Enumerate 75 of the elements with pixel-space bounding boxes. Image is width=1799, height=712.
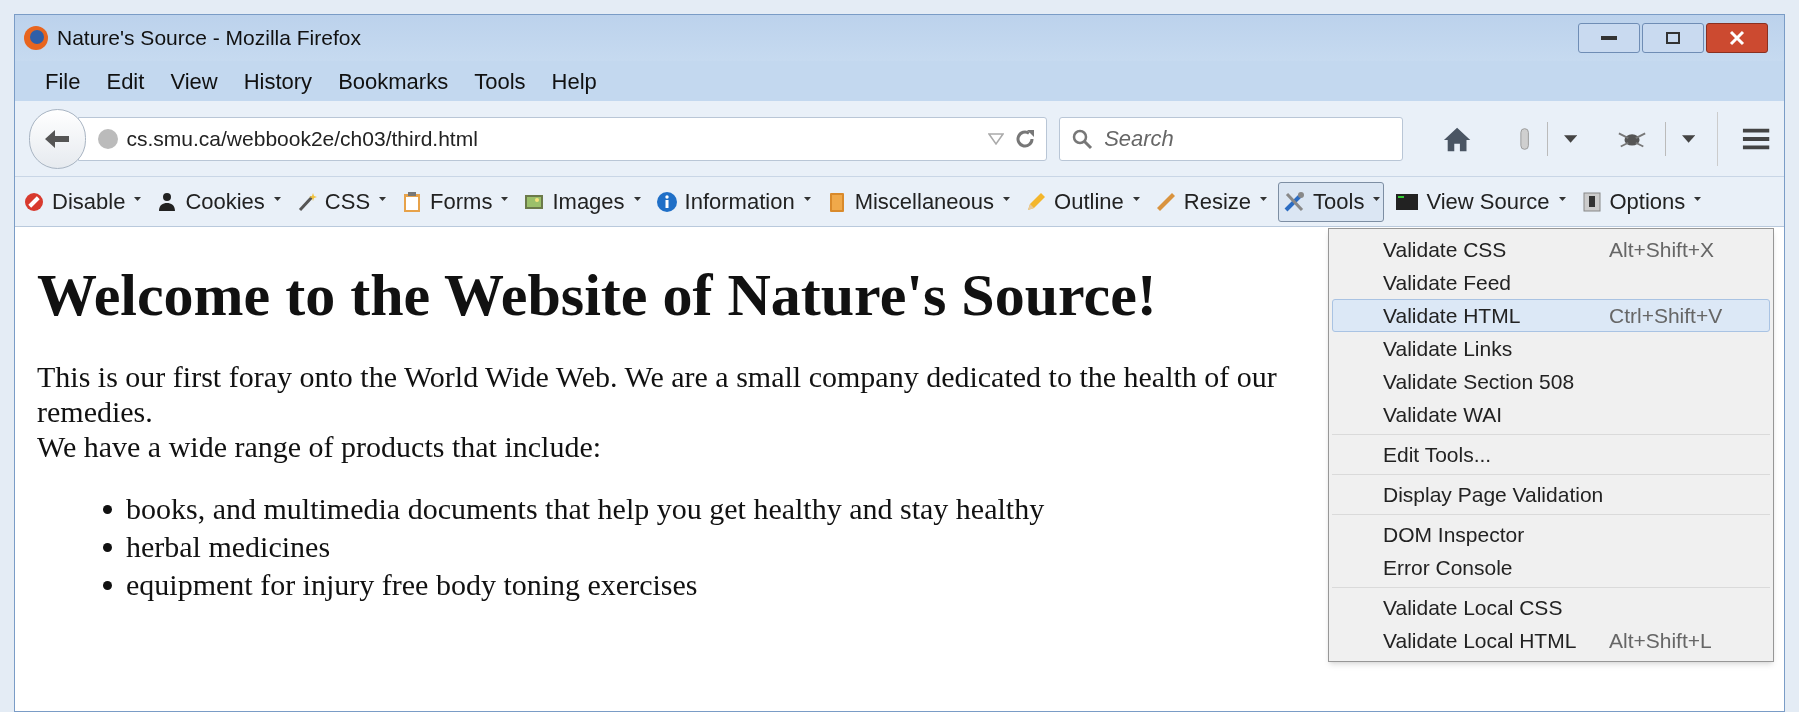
menu-item[interactable]: Bookmarks: [338, 64, 449, 98]
back-button[interactable]: [29, 108, 86, 169]
window-title: Nature's Source - Mozilla Firefox: [57, 25, 361, 52]
minimize-button[interactable]: [1578, 23, 1640, 53]
menu-item[interactable]: History: [243, 64, 313, 98]
menu-item[interactable]: Edit Tools...: [1332, 438, 1770, 471]
url-text: cs.smu.ca/webbook2e/ch03/third.html: [126, 125, 478, 152]
toolbar-button[interactable]: Resize: [1150, 181, 1272, 222]
caret-icon: [1260, 196, 1268, 201]
menu-item[interactable]: Help: [551, 64, 597, 98]
paragraph: remedies.: [37, 394, 153, 429]
caret-icon: [273, 196, 281, 201]
toolbar-button[interactable]: Information: [651, 181, 815, 222]
maximize-button[interactable]: [1642, 23, 1704, 53]
toolbar-button[interactable]: View Source: [1391, 181, 1570, 222]
toolbar-button[interactable]: Options: [1576, 181, 1706, 222]
toolbar-button[interactable]: Forms: [397, 181, 513, 222]
menu-item[interactable]: File: [45, 64, 81, 98]
caret-down-icon[interactable]: [1681, 134, 1695, 143]
search-field[interactable]: Search: [1059, 116, 1404, 161]
caret-icon: [633, 196, 641, 201]
bullet-icon: [103, 580, 112, 590]
menu-item[interactable]: Display Page Validation: [1332, 478, 1770, 511]
menu-item[interactable]: Validate WAI: [1332, 398, 1770, 431]
menu-item[interactable]: Validate HTML Ctrl+Shift+V: [1332, 299, 1770, 332]
tools-icon: [1282, 189, 1307, 214]
paragraph: This is our first foray onto the World Wide Web. We are a small company dedicated to the health of our: [37, 359, 1277, 394]
menu-item[interactable]: Validate Links: [1332, 332, 1770, 365]
list-item: herbal medicines: [126, 529, 331, 565]
menu-item[interactable]: DOM Inspector: [1332, 518, 1770, 551]
toolbar-button[interactable]: Miscellaneous: [821, 181, 1015, 222]
switch-icon: [1580, 190, 1603, 213]
caret-icon: [1373, 196, 1381, 201]
paragraph: We have a wide range of products that include:: [37, 429, 602, 464]
toolbar-button[interactable]: CSS: [291, 181, 391, 222]
toolbar-button[interactable]: Cookies: [152, 181, 285, 222]
caret-down-icon[interactable]: [1563, 134, 1577, 143]
menu-item[interactable]: Error Console: [1332, 551, 1770, 584]
bullet-icon: [103, 504, 112, 514]
menu-item[interactable]: Validate Section 508: [1332, 365, 1770, 398]
caret-icon: [1003, 196, 1011, 201]
menu-item[interactable]: Validate Local HTML Alt+Shift+L: [1332, 624, 1770, 657]
caret-icon: [1558, 196, 1566, 201]
pencil-icon: [1025, 190, 1048, 213]
menu-item[interactable]: Validate Feed: [1332, 266, 1770, 299]
globe-icon: [96, 127, 119, 150]
toolbar-button[interactable]: Images: [519, 181, 645, 222]
bullet-icon: [103, 542, 112, 552]
caret-icon: [1694, 196, 1702, 201]
close-button[interactable]: [1706, 23, 1768, 53]
menu-item[interactable]: Edit: [106, 64, 145, 98]
menu-item[interactable]: Validate Local CSS: [1332, 591, 1770, 624]
menu-icon[interactable]: [1741, 126, 1770, 151]
firefox-logo-icon: [23, 25, 49, 51]
menu-item[interactable]: View: [170, 64, 218, 98]
address-bar[interactable]: cs.smu.ca/webbook2e/ch03/third.html: [77, 116, 1048, 161]
toolbar-button[interactable]: Outline: [1021, 181, 1144, 222]
toolbar-button[interactable]: Tools: [1278, 181, 1385, 222]
search-icon: [1071, 127, 1094, 150]
list-item: books, and multimedia documents that help you get healthy and stay healthy: [126, 491, 1045, 527]
reload-icon[interactable]: [1014, 127, 1037, 150]
list-item: equipment for injury free body toning exercises: [126, 567, 698, 603]
caret-icon: [1132, 196, 1140, 201]
page-heading: Welcome to the Website of Nature's Source!: [37, 261, 1157, 330]
caret-icon: [501, 196, 509, 201]
caret-icon: [803, 196, 811, 201]
prohibited-icon: [23, 190, 45, 213]
toolbar-button[interactable]: Disable: [19, 181, 146, 222]
menu-item[interactable]: Tools: [474, 64, 526, 98]
close-icon: [1729, 30, 1745, 46]
menu-item[interactable]: Validate CSS Alt+Shift+X: [1332, 233, 1770, 266]
back-arrow-icon: [44, 127, 71, 150]
caret-icon: [379, 196, 387, 201]
caret-icon: [134, 196, 142, 201]
info-icon: [655, 190, 678, 213]
